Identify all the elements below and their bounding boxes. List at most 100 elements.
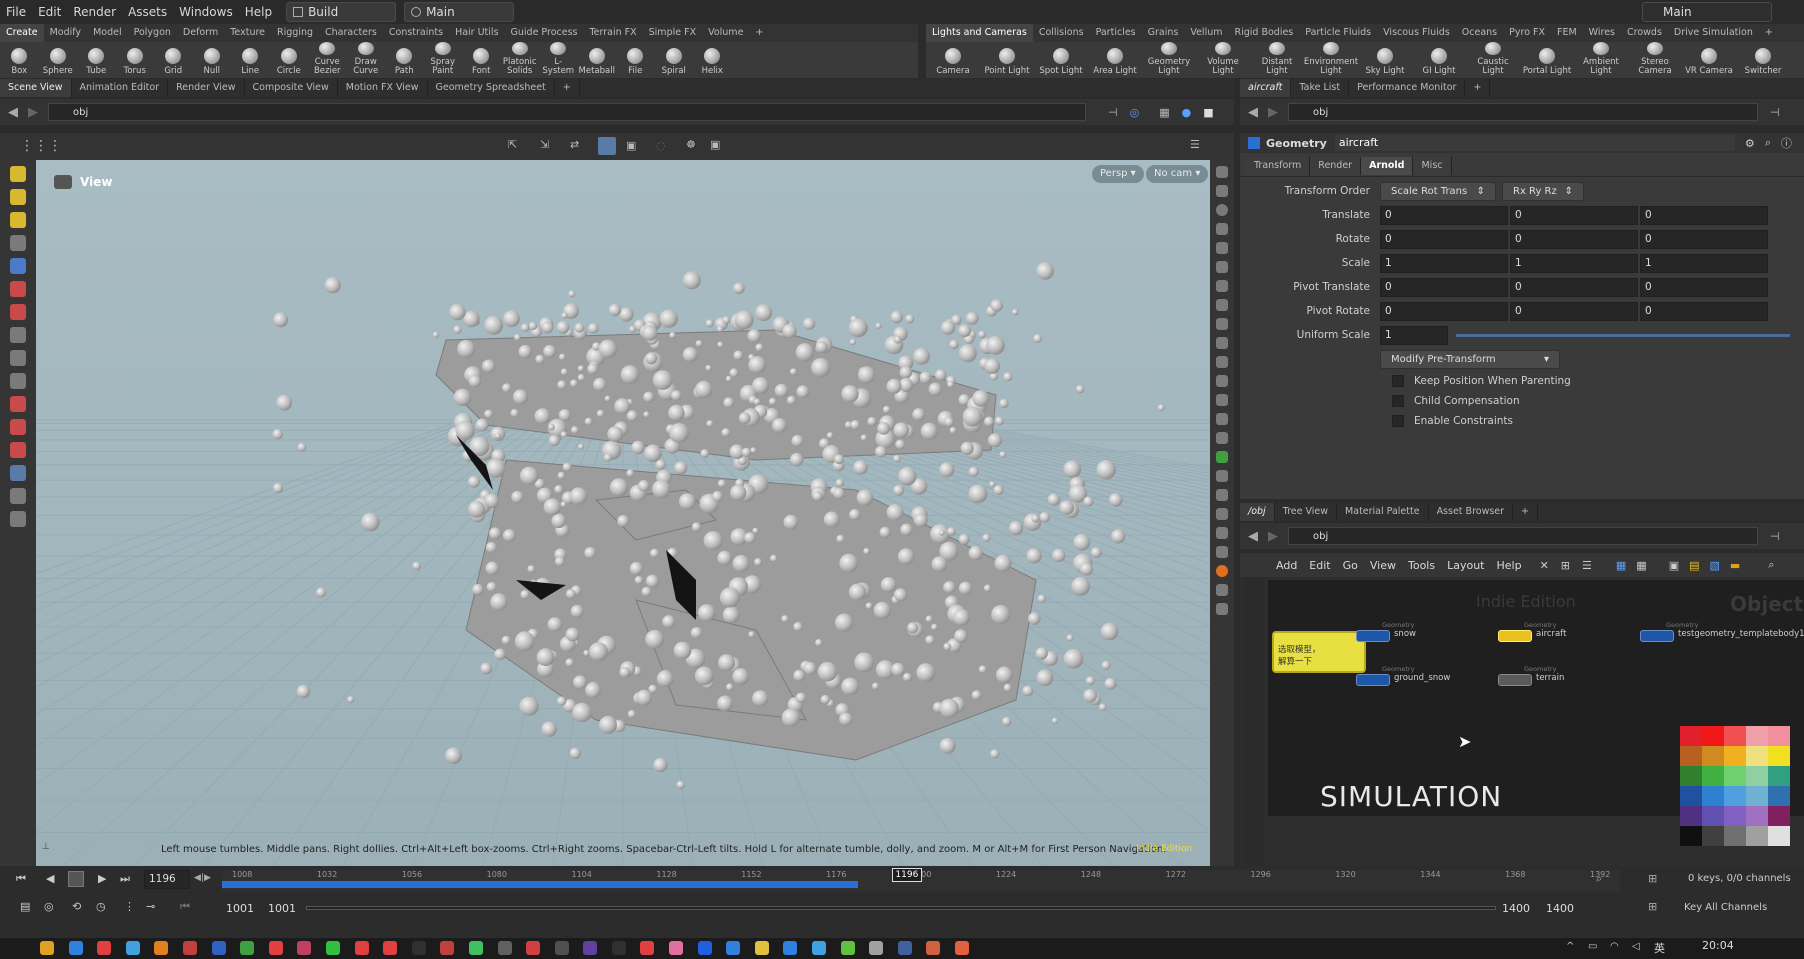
- node-aircraft[interactable]: [1498, 630, 1532, 642]
- current-frame-field[interactable]: 1196: [144, 870, 190, 889]
- color-swatch[interactable]: [1724, 786, 1746, 806]
- layout-icon[interactable]: ▦: [1159, 106, 1169, 119]
- color-swatch[interactable]: [1680, 806, 1702, 826]
- menu-assets[interactable]: Assets: [122, 5, 173, 19]
- scale-y-field[interactable]: 1: [1510, 253, 1638, 273]
- dot-icon[interactable]: ●: [1182, 106, 1192, 119]
- select-tool-icon[interactable]: [10, 166, 26, 182]
- snap-icon[interactable]: ⇄: [570, 138, 579, 151]
- display-options-icon[interactable]: ☰: [1190, 138, 1200, 151]
- wifi-icon[interactable]: ◠: [1610, 941, 1619, 952]
- taskbar-app-icon[interactable]: [240, 941, 255, 955]
- tile-view-icon[interactable]: ▦: [1636, 559, 1646, 572]
- taskbar-app-icon[interactable]: [68, 941, 83, 955]
- tool-gi-light[interactable]: GI Light: [1412, 42, 1466, 78]
- menu-windows[interactable]: Windows: [173, 5, 239, 19]
- network-tray-icon[interactable]: ▭: [1588, 941, 1597, 952]
- tab-composite-view[interactable]: Composite View: [245, 79, 338, 97]
- render-region-icon[interactable]: [10, 488, 26, 504]
- camera-flip-icon[interactable]: ☸: [686, 138, 696, 151]
- color-swatch[interactable]: [1702, 806, 1724, 826]
- color-swatch[interactable]: [1702, 826, 1724, 846]
- attract-tool-icon[interactable]: [10, 442, 26, 458]
- add-param-tab-button[interactable]: +: [1465, 79, 1491, 97]
- ruler-icon[interactable]: [1216, 413, 1228, 425]
- color-swatch[interactable]: [1746, 726, 1768, 746]
- camera-tool-icon[interactable]: [10, 465, 26, 481]
- tool-sphere[interactable]: Sphere: [39, 42, 78, 78]
- green-icon[interactable]: [1216, 451, 1228, 463]
- wrench-icon[interactable]: ✕: [1540, 559, 1549, 572]
- maximize-icon[interactable]: ■: [1203, 106, 1213, 119]
- note-icon[interactable]: ▤: [1689, 559, 1699, 572]
- tool-draw-curve[interactable]: Draw Curve: [347, 42, 386, 78]
- taskbar-app-icon[interactable]: [611, 941, 626, 955]
- translate-z-field[interactable]: 0: [1640, 205, 1768, 225]
- taskbar-app-icon[interactable]: [783, 941, 798, 955]
- tab-take-list[interactable]: Take List: [1291, 79, 1350, 97]
- desktop-right-select[interactable]: Main: [1642, 2, 1772, 22]
- param-pin-icon[interactable]: ⊣: [1770, 106, 1780, 119]
- color-swatch[interactable]: [1702, 746, 1724, 766]
- camera-menu[interactable]: No cam ▾: [1146, 165, 1209, 183]
- shelf-tab-collisions[interactable]: Collisions: [1033, 24, 1090, 42]
- view-icon[interactable]: [1216, 508, 1228, 520]
- shelf-tab-deform[interactable]: Deform: [177, 24, 224, 42]
- step-back-icon[interactable]: ◀: [46, 872, 54, 885]
- color-swatch[interactable]: [1768, 766, 1790, 786]
- pivot-translate-y-field[interactable]: 0: [1510, 277, 1638, 297]
- taskbar-app-icon[interactable]: [468, 941, 483, 955]
- select-mode-icon[interactable]: ⇱: [508, 138, 517, 151]
- shelf-tab-particle-fluids[interactable]: Particle Fluids: [1299, 24, 1377, 42]
- edit-icon[interactable]: [1216, 394, 1228, 406]
- uniform-scale-field[interactable]: 1: [1380, 325, 1448, 345]
- tab-material-palette[interactable]: Material Palette: [1337, 503, 1429, 521]
- tab-motion-fx-view[interactable]: Motion FX View: [338, 79, 428, 97]
- tool-spray-paint[interactable]: Spray Paint: [424, 42, 463, 78]
- tool-spot-light[interactable]: Spot Light: [1034, 42, 1088, 78]
- shading-ball-icon[interactable]: [1216, 204, 1228, 216]
- shelf-tab-lights-and-cameras[interactable]: Lights and Cameras: [926, 24, 1033, 42]
- color-swatch[interactable]: [1702, 726, 1724, 746]
- range-start-field[interactable]: 1001: [226, 902, 254, 915]
- key-all-channels-button[interactable]: Key All Channels: [1684, 902, 1767, 913]
- menu-help[interactable]: Help: [239, 5, 278, 19]
- param-forward-icon[interactable]: ▶: [1268, 105, 1278, 120]
- tool-null[interactable]: Null: [193, 42, 232, 78]
- network-menu-tools[interactable]: Tools: [1402, 559, 1441, 572]
- tab-performance-monitor[interactable]: Performance Monitor: [1349, 79, 1466, 97]
- tab-obj[interactable]: /obj: [1240, 503, 1275, 521]
- tool-helix[interactable]: Helix: [693, 42, 732, 78]
- color-swatch[interactable]: [1724, 766, 1746, 786]
- transform-order-select[interactable]: Scale Rot Trans ⇕: [1380, 181, 1496, 201]
- tool-torus[interactable]: Torus: [116, 42, 155, 78]
- screenshot-icon[interactable]: [1216, 603, 1228, 615]
- record-icon[interactable]: [1216, 565, 1228, 577]
- link-tool-icon[interactable]: [1216, 280, 1228, 292]
- node-testgeometry-templatebody1[interactable]: [1640, 630, 1674, 642]
- target-icon[interactable]: [1216, 261, 1228, 273]
- pivot-translate-x-field[interactable]: 0: [1380, 277, 1508, 297]
- snapshot-icon[interactable]: ▣: [710, 138, 720, 151]
- sphere-tool-icon[interactable]: [10, 304, 26, 320]
- node-terrain[interactable]: [1498, 674, 1532, 686]
- scale-x-field[interactable]: 1: [1380, 253, 1508, 273]
- taskbar-app-icon[interactable]: [554, 941, 569, 955]
- clock-icon[interactable]: ◷: [96, 900, 106, 913]
- shelf-tab-wires[interactable]: Wires: [1583, 24, 1621, 42]
- tea-icon[interactable]: [10, 511, 26, 527]
- color-swatch[interactable]: [1680, 766, 1702, 786]
- color-swatch[interactable]: [1746, 766, 1768, 786]
- zoom-icon[interactable]: ⌕: [1768, 558, 1774, 572]
- taskbar-app-icon[interactable]: [869, 941, 884, 955]
- tab-geometry-spreadsheet[interactable]: Geometry Spreadsheet: [428, 79, 555, 97]
- volume-icon[interactable]: ◁: [1632, 941, 1640, 952]
- gear-icon[interactable]: ⚙: [1745, 137, 1755, 150]
- bookmark-icon[interactable]: [1216, 527, 1228, 539]
- tool-tube[interactable]: Tube: [77, 42, 116, 78]
- tab-transform[interactable]: Transform: [1246, 157, 1311, 175]
- tool-ambient-light[interactable]: Ambient Light: [1574, 42, 1628, 78]
- stack-icon[interactable]: [1216, 318, 1228, 330]
- menu-render[interactable]: Render: [67, 5, 122, 19]
- brush-icon[interactable]: [1216, 375, 1228, 387]
